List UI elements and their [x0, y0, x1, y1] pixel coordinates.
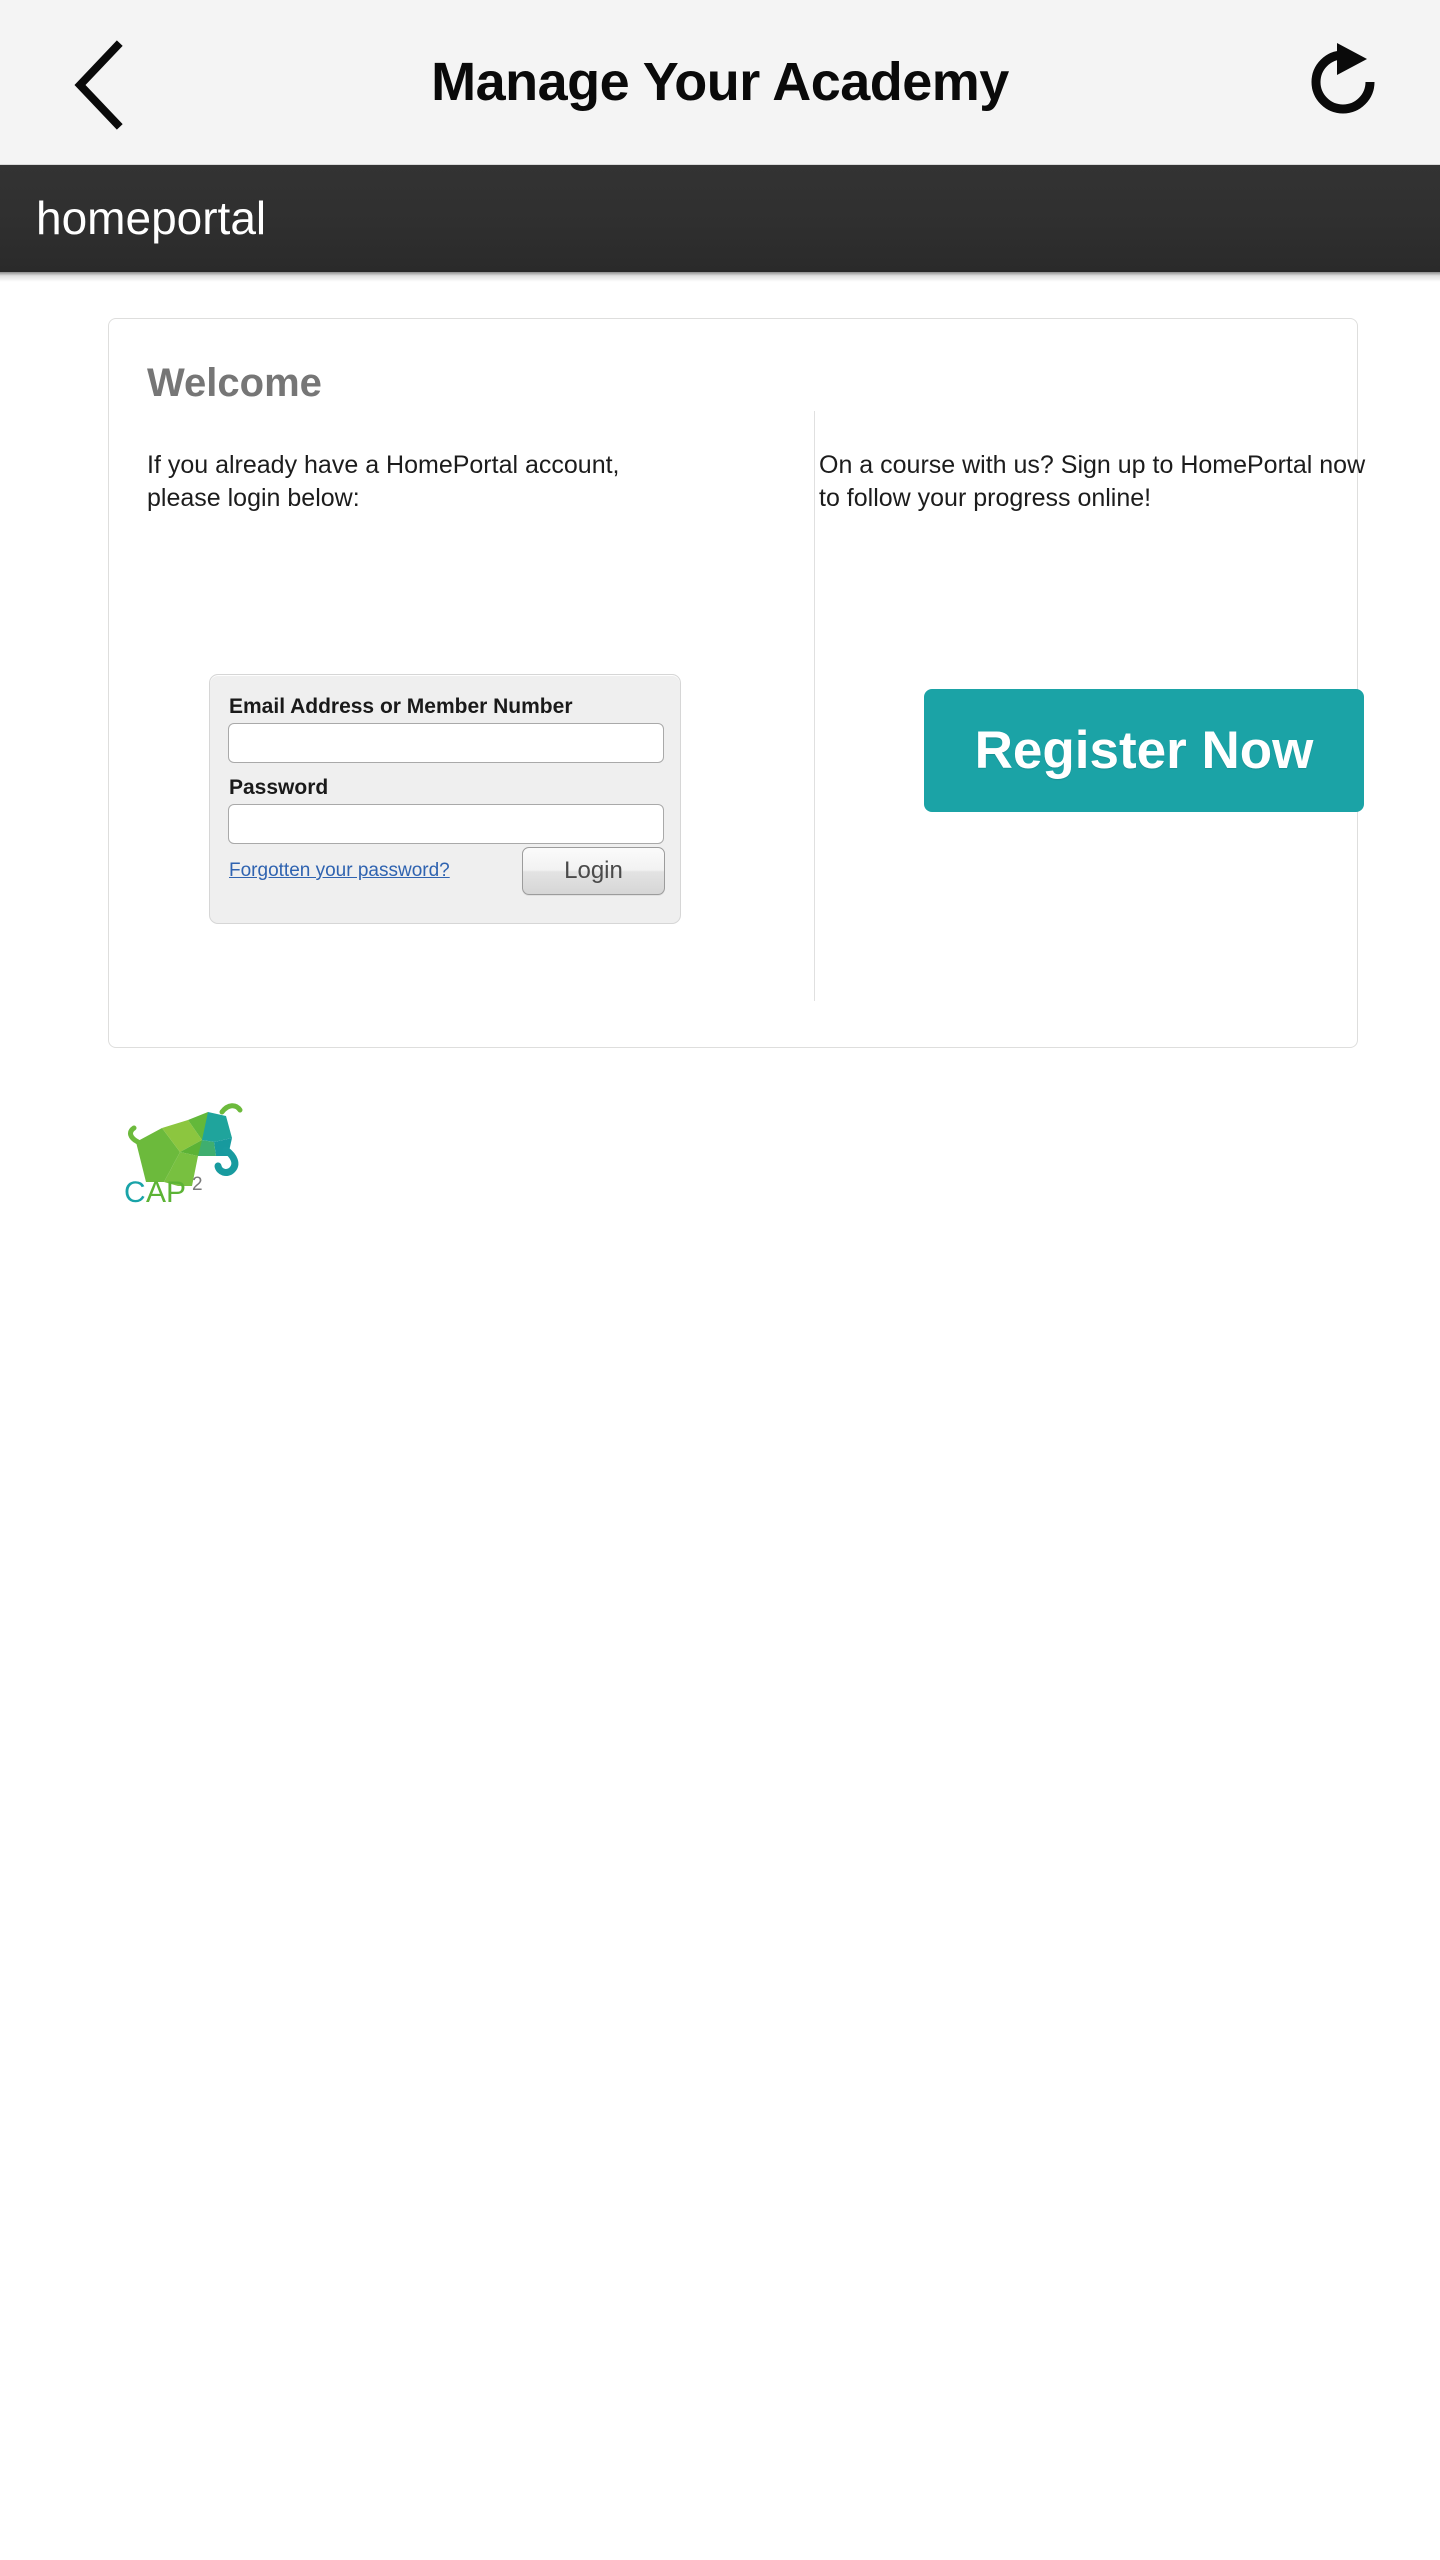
app-header: Manage Your Academy	[0, 0, 1440, 165]
login-form-panel: Email Address or Member Number Password …	[209, 674, 681, 924]
page-title: Manage Your Academy	[431, 52, 1009, 112]
password-input[interactable]	[228, 804, 664, 844]
login-button[interactable]: Login	[522, 847, 665, 895]
welcome-heading: Welcome	[147, 361, 322, 405]
email-field-label: Email Address or Member Number	[229, 695, 573, 718]
reload-icon	[1304, 41, 1382, 125]
site-bar-shadow	[0, 272, 1440, 282]
login-intro-text: If you already have a HomePortal account…	[147, 451, 620, 513]
register-column: On a course with us? Sign up to HomePort…	[819, 449, 1365, 812]
logo-letter-c: C	[124, 1176, 146, 1205]
forgot-password-link[interactable]: Forgotten your password?	[229, 860, 450, 882]
password-field-label: Password	[229, 776, 329, 799]
register-promo-text: On a course with us? Sign up to HomePort…	[819, 451, 1366, 513]
login-column: If you already have a HomePortal account…	[147, 449, 727, 924]
register-now-button[interactable]: Register Now	[924, 689, 1364, 812]
cap2-logo: C AP 2	[122, 1090, 252, 1205]
welcome-card: Welcome If you already have a HomePortal…	[108, 318, 1365, 1048]
elephant-mark	[128, 1103, 243, 1186]
logo-letters-ap: AP	[146, 1176, 186, 1205]
column-divider	[814, 411, 815, 1001]
email-input[interactable]	[228, 723, 664, 763]
reload-button[interactable]	[1288, 30, 1398, 135]
site-brand-label: homeportal	[36, 192, 267, 244]
site-brand-bar: homeportal	[0, 165, 1440, 272]
logo-superscript-2: 2	[192, 1174, 203, 1195]
